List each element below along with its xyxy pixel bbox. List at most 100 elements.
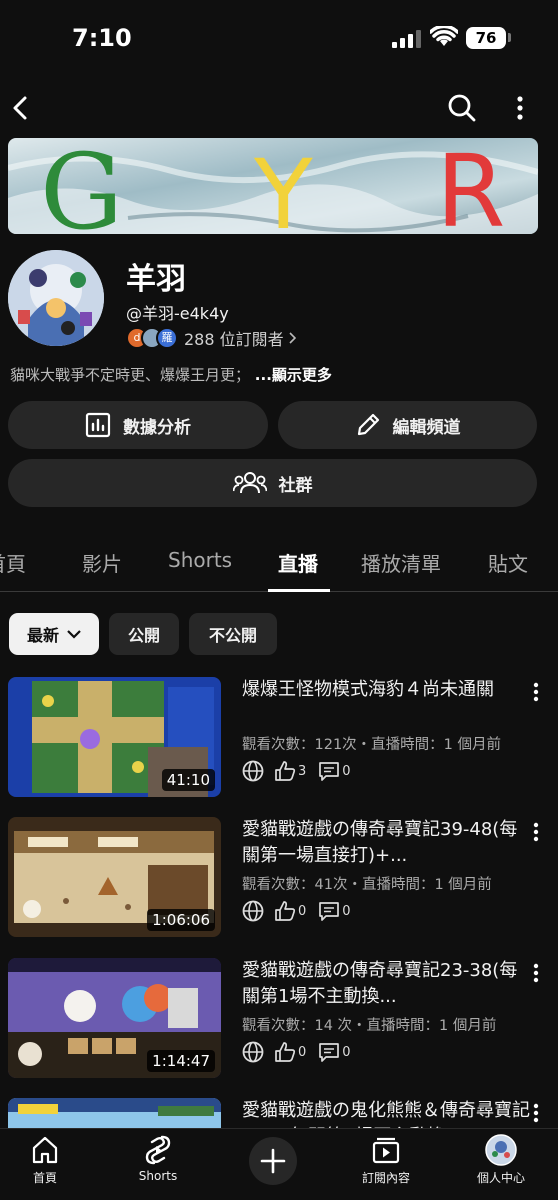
subscriber-count: 288 位訂閱者 [184,330,284,349]
comment-count: 0 [342,763,351,779]
video-thumbnail[interactable]: 1:06:06 [8,817,221,937]
tab-videos[interactable]: 影片 [82,548,122,577]
back-button[interactable] [0,88,40,128]
chevron-right-icon [289,332,296,344]
more-options-button[interactable] [500,88,540,128]
comment-count: 0 [342,903,351,919]
chip-latest-label: 最新 [26,626,59,645]
battery-tip [508,33,511,42]
community-label: 社群 [278,475,313,496]
community-button[interactable]: 社群 [8,459,537,507]
search-icon [448,94,476,122]
tab-live[interactable]: 直播 [278,548,318,577]
chevron-down-icon [67,629,81,639]
vertical-dots-icon [533,682,539,702]
comment-icon [319,1043,340,1062]
video-menu-button[interactable] [524,677,548,707]
plus-icon [260,1148,286,1174]
vertical-dots-icon [533,1103,539,1123]
video-duration: 41:10 [161,769,215,791]
nav-subscriptions-label: 訂閱內容 [361,1171,410,1185]
channel-handle: @羊羽-e4k4y [126,304,229,323]
globe-icon [242,900,264,922]
people-icon [232,472,267,494]
vertical-dots-icon [517,96,523,120]
thumbs-up-icon [275,901,296,921]
analytics-button[interactable]: 數據分析 [8,401,268,449]
video-duration: 1:14:47 [147,1050,215,1072]
tab-home[interactable]: 首頁 [0,548,26,577]
globe-icon [242,760,264,782]
create-button[interactable] [249,1137,297,1185]
video-thumbnail[interactable]: 1:14:47 [8,958,221,1078]
bar-chart-icon [85,412,111,438]
banner-art: G Y R [8,138,538,234]
thumbs-up-icon [275,761,296,781]
video-meta: 觀看次數：41次・直播時間：1 個月前 [242,877,492,893]
video-menu-button[interactable] [524,817,548,847]
like-count: 0 [298,903,307,919]
nav-profile-label: 個人中心 [476,1171,525,1185]
like-count: 3 [298,763,307,779]
chip-unlisted[interactable]: 不公開 [189,613,277,655]
tab-playlists[interactable]: 播放清單 [361,548,441,577]
subscriber-row[interactable]: d 羅 288 位訂閱者 [126,326,296,350]
channel-tabs: 首頁 影片 Shorts 直播 播放清單 貼文 [0,534,558,592]
video-item[interactable]: 1:14:47 愛貓戰遊戲の傳奇尋寶記23-38(每關第1場不主動換... 觀看… [8,958,548,1080]
comment-icon [319,902,340,921]
subscriptions-icon [372,1137,400,1164]
tab-posts[interactable]: 貼文 [488,548,528,577]
channel-avatar[interactable] [8,250,104,346]
video-title[interactable]: 愛貓戰遊戲の傳奇尋寶記23-38(每關第1場不主動換... [242,958,532,1010]
chip-public[interactable]: 公開 [109,613,179,655]
nav-shorts[interactable]: Shorts [113,1133,203,1183]
nav-home-label: 首頁 [32,1171,57,1185]
video-stats: 0 0 [242,1040,363,1064]
comment-icon [319,762,340,781]
video-stats: 3 0 [242,759,363,783]
video-duration: 1:06:06 [147,909,215,931]
analytics-label: 數據分析 [123,417,191,438]
video-stats: 0 0 [242,899,363,923]
bottom-navigation: 首頁 Shorts 訂閱內容 個人中心 [0,1128,558,1200]
like-count: 0 [298,1044,307,1060]
chip-latest[interactable]: 最新 [9,613,99,655]
channel-description[interactable]: 貓咪大戰爭不定時更、爆爆王月更； ...顯示更多 [10,364,332,385]
video-title[interactable]: 愛貓戰遊戲の傳奇尋寶記39-48(每關第一場直接打)+... [242,817,532,869]
edit-channel-label: 編輯頻道 [392,417,461,438]
tab-shorts[interactable]: Shorts [168,548,232,572]
avatar-art [8,250,104,346]
comment-count: 0 [342,1044,351,1060]
video-item[interactable]: 1:06:06 愛貓戰遊戲の傳奇尋寶記39-48(每關第一場直接打)+... 觀… [8,817,548,939]
video-thumbnail[interactable]: 41:10 [8,677,221,797]
back-arrow-icon [13,96,27,120]
globe-icon [242,1041,264,1063]
wifi-icon [430,26,458,46]
active-tab-indicator [268,589,330,592]
nav-shorts-label: Shorts [138,1169,178,1183]
banner-letter-y: Y [253,139,313,234]
cellular-signal-icon [392,30,421,48]
nav-home[interactable]: 首頁 [0,1133,90,1186]
thumbs-up-icon [275,1042,296,1062]
banner-letter-g: G [40,138,123,234]
status-bar: 7:10 76 [0,0,558,80]
home-icon [32,1136,58,1164]
channel-banner: G Y R [8,138,538,234]
vertical-dots-icon [533,822,539,842]
video-menu-button[interactable] [524,958,548,988]
video-meta: 觀看次數：121次・直播時間：1 個月前 [242,737,502,753]
nav-profile[interactable]: 個人中心 [456,1133,546,1186]
edit-channel-button[interactable]: 編輯頻道 [278,401,537,449]
nav-subscriptions[interactable]: 訂閱內容 [341,1133,431,1186]
channel-name: 羊羽 [126,262,186,297]
video-meta: 觀看次數：14 次・直播時間：1 個月前 [242,1018,497,1034]
video-menu-button[interactable] [524,1098,548,1128]
subscriber-avatar: 羅 [156,327,178,349]
video-item[interactable]: 41:10 爆爆王怪物模式海豹４尚未通關 觀看次數：121次・直播時間：1 個月… [8,677,548,799]
status-time: 7:10 [72,24,132,52]
search-button[interactable] [442,88,482,128]
video-title[interactable]: 爆爆王怪物模式海豹４尚未通關 [242,677,532,703]
show-more-link[interactable]: ...顯示更多 [255,366,332,384]
description-text: 貓咪大戰爭不定時更、爆爆王月更； [10,366,251,384]
